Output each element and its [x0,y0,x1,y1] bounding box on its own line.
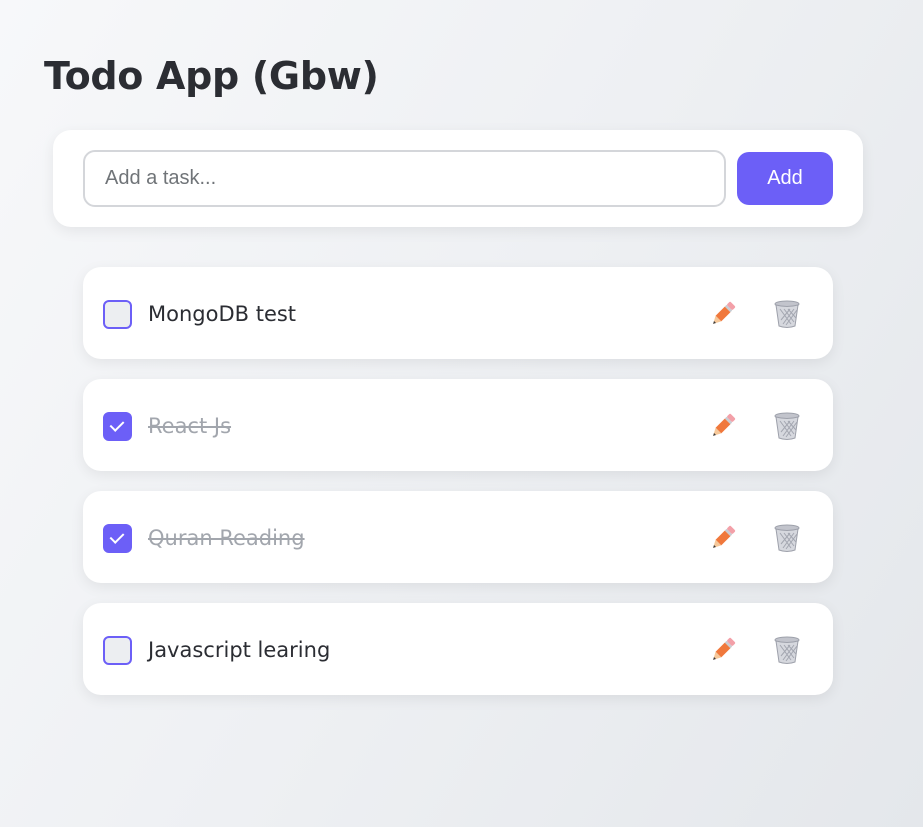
delete-button[interactable] [771,634,803,666]
pencil-icon [713,301,736,324]
todo-text: React Js [148,414,232,438]
todo-checkbox[interactable] [103,636,132,665]
wastebasket-icon [774,412,800,440]
todo-checkbox[interactable] [103,412,132,441]
wastebasket-icon [774,636,800,664]
delete-button[interactable] [771,298,803,330]
todo-text: Javascript learing [148,638,331,662]
todo-item: Javascript learing [83,603,833,695]
wastebasket-icon [774,524,800,552]
todo-text: MongoDB test [148,302,297,326]
edit-button[interactable] [707,634,739,666]
pencil-icon [713,525,736,548]
todo-item: Quran Reading [83,491,833,583]
edit-button[interactable] [707,410,739,442]
delete-button[interactable] [771,522,803,554]
delete-button[interactable] [771,410,803,442]
add-button[interactable]: Add [737,152,833,205]
todo-checkbox[interactable] [103,300,132,329]
todo-text: Quran Reading [148,526,305,550]
todo-checkbox[interactable] [103,524,132,553]
todo-item: MongoDB test [83,267,833,359]
add-task-panel: Add [53,130,863,227]
todo-item: React Js [83,379,833,471]
task-input[interactable] [83,150,726,207]
wastebasket-icon [774,300,800,328]
pencil-icon [713,637,736,660]
pencil-icon [713,413,736,436]
page-title: Todo App (Gbw) [44,54,379,98]
edit-button[interactable] [707,298,739,330]
edit-button[interactable] [707,522,739,554]
